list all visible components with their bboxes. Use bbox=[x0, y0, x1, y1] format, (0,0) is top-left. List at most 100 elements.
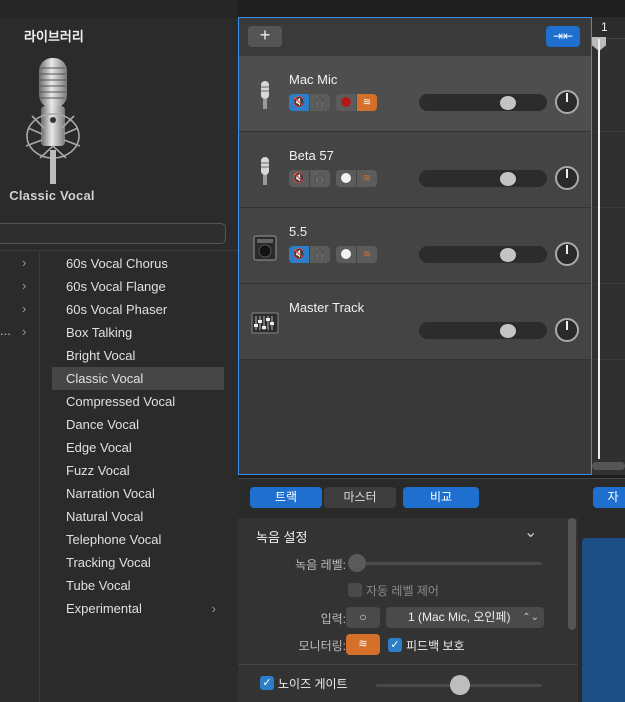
volume-knob[interactable] bbox=[500, 324, 516, 338]
rec-level-knob[interactable] bbox=[348, 554, 366, 572]
compare-button[interactable]: 비교 bbox=[403, 487, 479, 508]
bar-number: 1 bbox=[601, 20, 608, 34]
condenser-microphone-icon bbox=[25, 58, 81, 184]
chevron-right-icon: › bbox=[22, 324, 27, 339]
master-icon bbox=[251, 312, 279, 334]
monitoring-label: 모니터링: bbox=[298, 639, 347, 653]
input-monitoring-button[interactable]: ≋ bbox=[357, 94, 377, 111]
library-panel: 라이브러리 Classic Vocal › › › ... › 60s Voca… bbox=[0, 0, 238, 702]
auto-level-checkbox[interactable] bbox=[348, 583, 362, 597]
library-search-field[interactable] bbox=[0, 223, 226, 244]
solo-headphones-button[interactable]: 🎧 bbox=[310, 94, 330, 111]
lane-divider bbox=[592, 283, 625, 284]
track-row[interactable]: Mac Mic 🔇 🎧 ≋ bbox=[239, 56, 591, 132]
preset-item[interactable]: Fuzz Vocal bbox=[52, 459, 224, 482]
track-header-toolbar: + ⇥⇤ bbox=[239, 18, 591, 56]
preset-item[interactable]: Tube Vocal bbox=[52, 574, 224, 597]
settings-scrollbar[interactable] bbox=[568, 518, 576, 630]
timeline-area[interactable]: 1 bbox=[592, 17, 625, 475]
noise-gate-knob[interactable] bbox=[450, 675, 470, 695]
preset-item[interactable]: 60s Vocal Phaser bbox=[52, 298, 224, 321]
track-row[interactable]: Beta 57 🔇 🎧 ≋ bbox=[239, 132, 591, 208]
preset-item[interactable]: Dance Vocal bbox=[52, 413, 224, 436]
ruler[interactable]: 1 bbox=[592, 17, 625, 39]
record-enable-button[interactable] bbox=[336, 170, 356, 187]
solo-headphones-button[interactable]: 🎧 bbox=[310, 246, 330, 263]
playhead[interactable] bbox=[598, 39, 600, 459]
rec-level-slider[interactable] bbox=[350, 562, 542, 565]
library-topbar bbox=[0, 0, 238, 18]
add-track-button[interactable]: + bbox=[248, 26, 282, 47]
volume-knob[interactable] bbox=[500, 248, 516, 262]
auto-level-label: 자동 레벨 제어 bbox=[366, 584, 439, 598]
volume-knob[interactable] bbox=[500, 172, 516, 186]
track-name: Beta 57 bbox=[289, 148, 334, 163]
chevron-right-icon: › bbox=[22, 301, 27, 316]
library-title: 라이브러리 bbox=[24, 29, 84, 44]
preset-item[interactable]: Bright Vocal bbox=[52, 344, 224, 367]
track-name: 5.5 bbox=[289, 224, 308, 239]
volume-slider[interactable] bbox=[419, 170, 547, 187]
volume-slider[interactable] bbox=[419, 246, 547, 263]
volume-slider[interactable] bbox=[419, 322, 547, 339]
record-dot-icon bbox=[341, 97, 351, 108]
horizontal-scrollbar[interactable] bbox=[592, 462, 625, 470]
amp-icon bbox=[253, 235, 277, 261]
category-row[interactable]: › bbox=[0, 275, 40, 298]
category-row[interactable]: › bbox=[0, 252, 40, 275]
smart-controls-bar: 트랙 마스터 비교 자 bbox=[238, 478, 625, 518]
mute-button[interactable]: 🔇 bbox=[289, 94, 309, 111]
category-row[interactable]: › bbox=[0, 298, 40, 321]
tab-master[interactable]: 마스터 bbox=[324, 487, 396, 508]
preset-folder-experimental[interactable]: Experimental › bbox=[52, 597, 224, 620]
noise-gate-label: 노이즈 게이트 bbox=[278, 677, 348, 691]
tab-track[interactable]: 트랙 bbox=[250, 487, 322, 508]
record-dot-icon bbox=[341, 249, 351, 260]
preset-item[interactable]: 60s Vocal Flange bbox=[52, 275, 224, 298]
lane-divider bbox=[592, 207, 625, 208]
pan-knob[interactable] bbox=[555, 166, 579, 190]
track-name: Mac Mic bbox=[289, 72, 338, 87]
chevron-down-icon[interactable]: ⌄ bbox=[524, 522, 537, 542]
solo-headphones-button[interactable]: 🎧 bbox=[310, 170, 330, 187]
volume-knob[interactable] bbox=[500, 96, 516, 110]
plugin-panel[interactable] bbox=[582, 538, 625, 702]
pan-knob[interactable] bbox=[555, 318, 579, 342]
master-track-row[interactable]: Master Track bbox=[239, 284, 591, 360]
noise-gate-checkbox[interactable]: ✓ bbox=[260, 676, 274, 690]
record-enable-button[interactable] bbox=[336, 94, 356, 111]
preset-item[interactable]: 60s Vocal Chorus bbox=[52, 252, 224, 275]
preset-item[interactable]: Compressed Vocal bbox=[52, 390, 224, 413]
mute-button[interactable]: 🔇 bbox=[289, 246, 309, 263]
rec-level-label: 녹음 레벨: bbox=[295, 558, 346, 572]
section-title: 녹음 설정 bbox=[256, 530, 308, 545]
lane-divider bbox=[592, 359, 625, 360]
tab-right-truncated[interactable]: 자 bbox=[593, 487, 625, 508]
chevron-right-icon: › bbox=[22, 255, 27, 270]
mute-button[interactable]: 🔇 bbox=[289, 170, 309, 187]
microphone-icon bbox=[261, 157, 269, 185]
volume-slider[interactable] bbox=[419, 94, 547, 111]
input-format-button[interactable]: ○ bbox=[346, 607, 380, 628]
input-select[interactable]: 1 (Mac Mic, 오인페) ⌃⌄ bbox=[386, 607, 544, 628]
category-row[interactable]: ... › bbox=[0, 321, 40, 344]
record-enable-button[interactable] bbox=[336, 246, 356, 263]
pan-knob[interactable] bbox=[555, 242, 579, 266]
preset-item[interactable]: Tracking Vocal bbox=[52, 551, 224, 574]
preset-item-selected[interactable]: Classic Vocal bbox=[52, 367, 224, 390]
preset-item[interactable]: Edge Vocal bbox=[52, 436, 224, 459]
preset-item[interactable]: Narration Vocal bbox=[52, 482, 224, 505]
catch-playhead-button[interactable]: ⇥⇤ bbox=[546, 26, 580, 47]
lane-divider bbox=[592, 131, 625, 132]
feedback-protection-checkbox[interactable]: ✓ bbox=[388, 638, 402, 652]
track-row[interactable]: 5.5 🔇 🎧 ≋ bbox=[239, 208, 591, 284]
library-divider bbox=[0, 250, 238, 251]
preset-item[interactable]: Telephone Vocal bbox=[52, 528, 224, 551]
input-monitoring-button[interactable]: ≋ bbox=[357, 246, 377, 263]
monitoring-button[interactable]: ≋ bbox=[346, 634, 380, 655]
pan-knob[interactable] bbox=[555, 90, 579, 114]
preset-folder-label: Experimental bbox=[66, 601, 142, 616]
input-monitoring-button[interactable]: ≋ bbox=[357, 170, 377, 187]
preset-item[interactable]: Box Talking bbox=[52, 321, 224, 344]
preset-item[interactable]: Natural Vocal bbox=[52, 505, 224, 528]
